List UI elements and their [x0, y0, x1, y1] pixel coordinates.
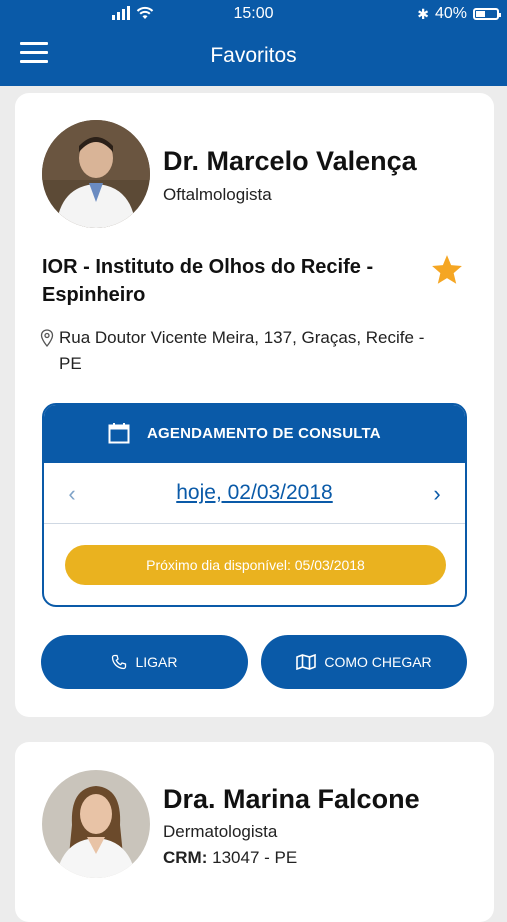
- page-title: Favoritos: [210, 44, 297, 67]
- call-button[interactable]: LIGAR: [41, 635, 248, 689]
- selected-date-link[interactable]: hoje, 02/03/2018: [44, 481, 465, 505]
- next-day-icon[interactable]: ›: [427, 481, 447, 507]
- doctor-card[interactable]: Dra. Marina Falcone Dermatologista CRM: …: [15, 742, 494, 922]
- doctor-specialty: Oftalmologista: [163, 185, 272, 204]
- crm-label: CRM:: [163, 848, 208, 867]
- doctor-name: Dr. Marcelo Valença: [163, 146, 417, 176]
- location-pin-icon: [40, 329, 54, 347]
- map-icon: [296, 654, 317, 670]
- scheduler-header: AGENDAMENTO DE CONSULTA: [44, 405, 465, 463]
- battery-icon: [473, 8, 501, 20]
- doctor-name: Dra. Marina Falcone: [163, 784, 420, 814]
- doctor-avatar: [42, 770, 150, 878]
- status-bar: 15:00 ✱ 40%: [0, 3, 507, 25]
- battery-percent: 40%: [434, 5, 467, 22]
- phone-icon: [112, 654, 127, 670]
- favorite-star-icon[interactable]: [430, 253, 464, 287]
- calendar-icon: [108, 423, 130, 444]
- directions-button-label: COMO CHEGAR: [324, 654, 432, 670]
- app-header: 15:00 ✱ 40% Favoritos: [0, 0, 507, 86]
- scheduler-title: AGENDAMENTO DE CONSULTA: [147, 425, 381, 442]
- doctor-specialty: Dermatologista: [163, 822, 278, 841]
- bluetooth-icon: ✱: [417, 5, 429, 22]
- next-available-button[interactable]: Próximo dia disponível: 05/03/2018: [65, 545, 446, 585]
- directions-button[interactable]: COMO CHEGAR: [261, 635, 467, 689]
- doctor-avatar: [42, 120, 150, 228]
- doctor-crm: CRM: 13047 - PE: [163, 848, 297, 868]
- clinic-address: Rua Doutor Vicente Meira, 137, Graças, R…: [59, 328, 425, 373]
- date-selector: ‹ hoje, 02/03/2018 ›: [44, 463, 465, 524]
- call-button-label: LIGAR: [135, 654, 178, 670]
- crm-value: 13047 - PE: [212, 848, 298, 867]
- doctor-card[interactable]: Dr. Marcelo Valença Oftalmologista IOR -…: [15, 93, 494, 717]
- appointment-scheduler: AGENDAMENTO DE CONSULTA ‹ hoje, 02/03/20…: [42, 403, 467, 607]
- status-right: ✱ 40%: [417, 5, 501, 23]
- clinic-name: IOR - Instituto de Olhos do Recife - Esp…: [42, 256, 374, 306]
